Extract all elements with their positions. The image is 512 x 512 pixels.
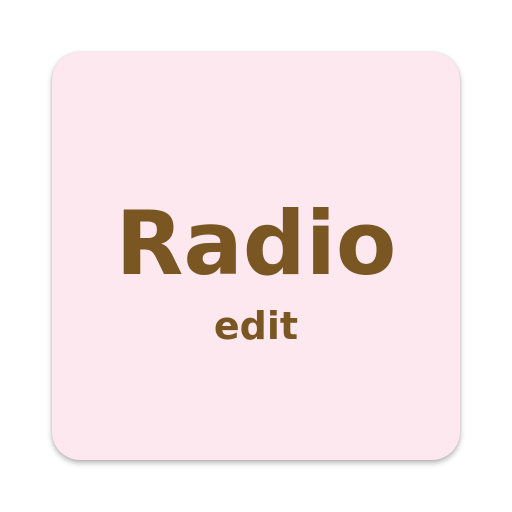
app-icon-title: Radio bbox=[115, 192, 397, 295]
app-icon-canvas: Radio edit bbox=[0, 0, 512, 512]
app-icon-subtitle: edit bbox=[213, 304, 299, 348]
app-icon-tile[interactable]: Radio edit bbox=[52, 52, 460, 460]
